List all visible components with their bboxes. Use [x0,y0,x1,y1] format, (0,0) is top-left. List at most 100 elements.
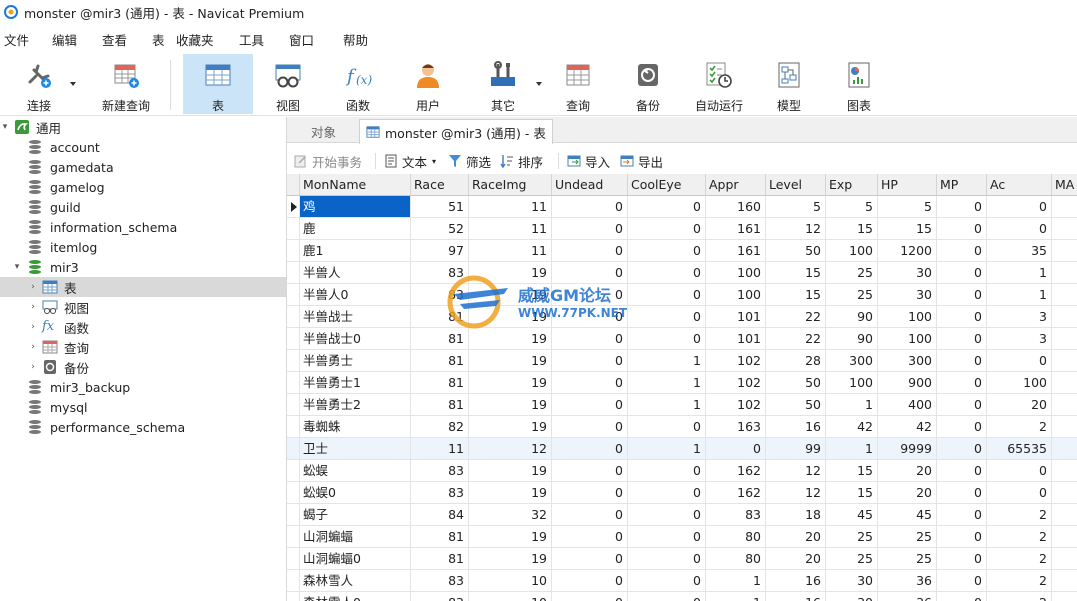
data-cell[interactable]: 100 [987,372,1052,394]
data-grid[interactable]: MonName Race RaceImg Undead CoolEye Appr Level… [287,174,1077,601]
data-cell[interactable]: 0 [987,196,1052,218]
data-cell[interactable] [1052,350,1077,372]
data-cell[interactable]: 25 [878,526,937,548]
data-cell[interactable]: 30 [878,284,937,306]
data-cell[interactable]: 83 [411,570,469,592]
table-row[interactable]: 半兽勇士1 81 19 0 1 102 50 100 900 0 100 [287,372,1077,394]
data-cell[interactable]: 50 [766,240,826,262]
monname-cell[interactable]: 半兽人 [300,262,411,284]
data-cell[interactable]: 0 [937,240,987,262]
table-row[interactable]: 蚣蜈 83 19 0 0 162 12 15 20 0 0 [287,460,1077,482]
data-cell[interactable]: 15 [766,262,826,284]
row-selector[interactable] [287,592,300,601]
data-cell[interactable]: 20 [987,394,1052,416]
data-cell[interactable]: 300 [878,350,937,372]
data-cell[interactable]: 30 [826,570,878,592]
database-node[interactable]: mir3_backup [28,377,130,397]
data-cell[interactable]: 22 [766,306,826,328]
data-cell[interactable]: 0 [628,570,706,592]
menu-table[interactable]: 表 [152,30,165,49]
data-cell[interactable]: 162 [706,460,766,482]
table-row[interactable]: 半兽战士0 81 19 0 0 101 22 90 100 0 3 [287,328,1077,350]
data-cell[interactable]: 81 [411,394,469,416]
data-cell[interactable]: 161 [706,240,766,262]
data-cell[interactable]: 12 [766,218,826,240]
data-cell[interactable]: 15 [826,482,878,504]
tab-objects[interactable]: 对象 [311,119,336,143]
data-cell[interactable]: 19 [469,306,552,328]
data-cell[interactable]: 0 [937,416,987,438]
database-node[interactable]: itemlog [28,237,97,257]
data-cell[interactable]: 300 [826,350,878,372]
data-cell[interactable]: 0 [552,438,628,460]
data-cell[interactable]: 100 [826,372,878,394]
column-header[interactable]: Level [766,174,826,196]
row-selector[interactable] [287,218,300,240]
data-cell[interactable]: 81 [411,548,469,570]
data-cell[interactable]: 11 [411,438,469,460]
tree-item-tables[interactable]: › 表 [0,277,286,297]
monname-cell[interactable]: 毒蜘蛛 [300,416,411,438]
data-cell[interactable]: 2 [987,592,1052,601]
data-cell[interactable]: 25 [826,526,878,548]
data-cell[interactable]: 0 [552,328,628,350]
connect-button[interactable]: 连接 [14,54,64,114]
column-header[interactable]: HP [878,174,937,196]
data-cell[interactable]: 1 [628,438,706,460]
database-node[interactable]: gamelog [28,177,105,197]
data-cell[interactable]: 162 [706,482,766,504]
row-selector[interactable] [287,372,300,394]
menu-tools[interactable]: 工具 [239,30,264,49]
data-cell[interactable]: 1 [987,284,1052,306]
data-cell[interactable]: 1 [628,372,706,394]
user-button[interactable]: 用户 [398,54,458,114]
data-cell[interactable]: 19 [469,526,552,548]
begin-transaction-button[interactable]: 开始事务 [294,152,362,170]
data-cell[interactable]: 3 [987,306,1052,328]
data-cell[interactable]: 0 [552,460,628,482]
data-cell[interactable]: 102 [706,394,766,416]
data-cell[interactable]: 0 [552,416,628,438]
data-cell[interactable]: 2 [987,416,1052,438]
data-cell[interactable]: 0 [552,196,628,218]
data-cell[interactable]: 0 [552,218,628,240]
monname-cell[interactable]: 半兽人0 [300,284,411,306]
data-cell[interactable]: 81 [411,306,469,328]
column-header[interactable]: MP [937,174,987,196]
data-cell[interactable]: 0 [937,284,987,306]
expand-chevron-icon[interactable]: › [28,282,38,292]
data-cell[interactable]: 97 [411,240,469,262]
import-button[interactable]: 导入 [567,152,610,170]
column-header[interactable]: Appr [706,174,766,196]
table-row[interactable]: 半兽勇士2 81 19 0 1 102 50 1 400 0 20 [287,394,1077,416]
row-selector[interactable] [287,570,300,592]
column-header[interactable]: Exp [826,174,878,196]
monname-cell[interactable]: 半兽勇士 [300,350,411,372]
data-cell[interactable]: 5 [766,196,826,218]
data-cell[interactable]: 160 [706,196,766,218]
data-cell[interactable]: 0 [628,526,706,548]
table-row[interactable]: 半兽人0 83 19 0 0 100 15 25 30 0 1 [287,284,1077,306]
data-cell[interactable]: 0 [987,218,1052,240]
data-cell[interactable]: 1200 [878,240,937,262]
data-cell[interactable] [1052,328,1077,350]
table-row[interactable]: 森林雪人 83 10 0 0 1 16 30 36 0 2 [287,570,1077,592]
data-cell[interactable]: 0 [628,262,706,284]
sort-button[interactable]: 排序 [500,152,543,170]
data-cell[interactable]: 0 [937,306,987,328]
table-button[interactable]: 表 [183,54,253,114]
data-cell[interactable]: 100 [706,262,766,284]
expand-chevron-icon[interactable]: › [28,302,38,312]
data-cell[interactable] [1052,196,1077,218]
data-cell[interactable]: 102 [706,372,766,394]
monname-cell[interactable]: 森林雪人 [300,570,411,592]
data-cell[interactable]: 83 [411,592,469,601]
data-cell[interactable]: 0 [552,548,628,570]
tree-item-functions[interactable]: › fx 函数 [0,317,89,337]
function-button[interactable]: f (x) 函数 [328,54,388,114]
data-cell[interactable]: 82 [411,416,469,438]
data-cell[interactable]: 0 [628,548,706,570]
data-cell[interactable]: 12 [766,482,826,504]
data-cell[interactable]: 50 [766,372,826,394]
data-cell[interactable]: 2 [987,548,1052,570]
